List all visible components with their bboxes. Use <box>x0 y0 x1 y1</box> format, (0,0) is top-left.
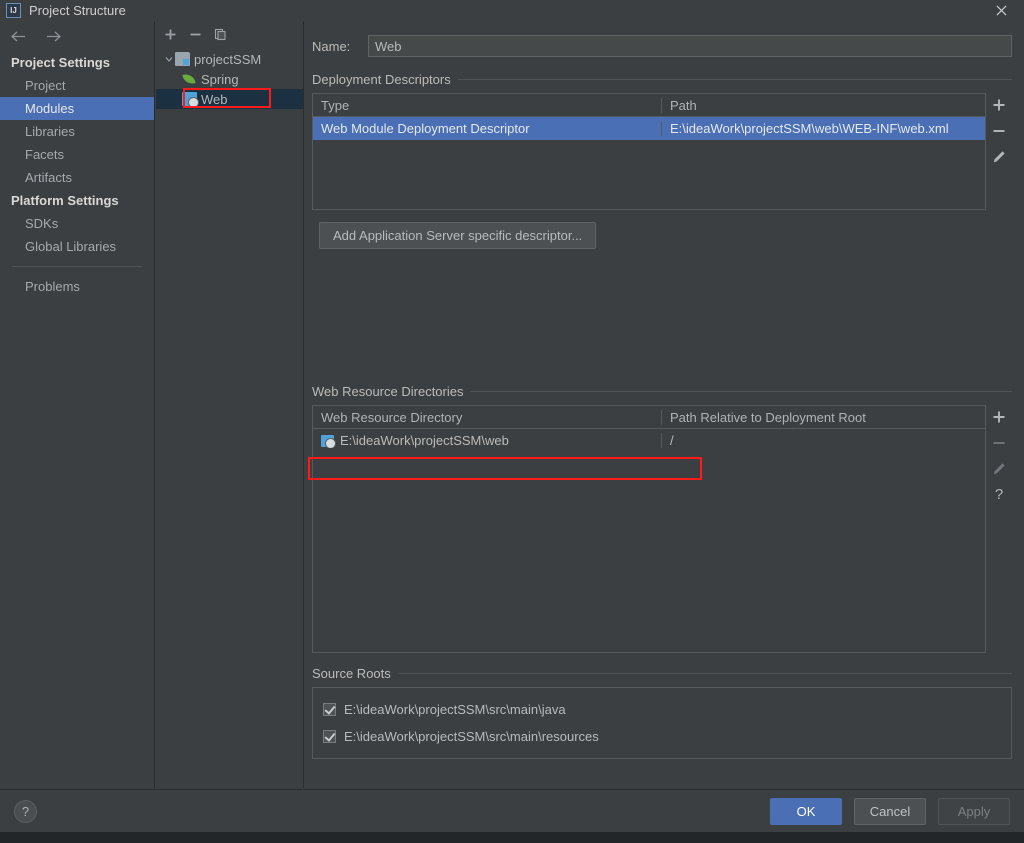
sidebar-item-project[interactable]: Project <box>0 74 154 97</box>
section-divider <box>470 391 1012 392</box>
checkbox-checked-icon[interactable] <box>323 730 336 743</box>
web-resource-directories-toolbar: ? <box>986 405 1012 653</box>
module-tree-panel: projectSSM Spring Web <box>156 21 304 788</box>
tree-node-label: Spring <box>201 71 239 87</box>
pencil-icon[interactable] <box>991 149 1007 165</box>
sidebar-group-platform-settings: Platform Settings <box>11 193 119 208</box>
copy-icon[interactable] <box>214 28 227 41</box>
table-header-row: Web Resource Directory Path Relative to … <box>313 406 985 429</box>
arrow-left-icon[interactable] <box>10 30 27 43</box>
plus-icon[interactable] <box>991 409 1007 425</box>
apply-button[interactable]: Apply <box>938 797 1010 825</box>
source-root-label: E:\ideaWork\projectSSM\src\main\resource… <box>344 729 599 744</box>
cell-relative-path: / <box>670 433 674 448</box>
module-tree: projectSSM Spring Web <box>156 47 303 109</box>
name-label: Name: <box>312 38 351 54</box>
module-settings-panel: Name: Deployment Descriptors Type Path W… <box>305 21 1024 788</box>
tree-node-projectssm[interactable]: projectSSM <box>156 49 303 69</box>
minus-icon[interactable] <box>991 123 1007 139</box>
section-divider <box>457 79 1012 80</box>
settings-sidebar: Project Settings Project Modules Librari… <box>0 21 155 788</box>
navigation-arrows <box>0 21 154 51</box>
tree-node-label: projectSSM <box>194 51 262 67</box>
name-input[interactable] <box>368 35 1012 57</box>
section-label: Source Roots <box>312 666 391 681</box>
title-bar: Project Structure <box>0 0 1024 21</box>
column-header-path[interactable]: Path <box>662 98 985 113</box>
sidebar-item-problems[interactable]: Problems <box>0 275 154 298</box>
sidebar-item-facets[interactable]: Facets <box>0 143 154 166</box>
background-strip <box>0 832 1024 843</box>
deployment-descriptors-toolbar <box>986 93 1012 210</box>
sidebar-item-modules[interactable]: Modules <box>0 97 154 120</box>
table-row[interactable]: E:\ideaWork\projectSSM\web / <box>313 429 985 452</box>
sidebar-group-project-settings: Project Settings <box>11 55 110 70</box>
close-icon[interactable] <box>978 0 1024 21</box>
chevron-down-icon[interactable] <box>162 55 175 63</box>
sidebar-item-global-libraries[interactable]: Global Libraries <box>0 235 154 258</box>
section-label: Deployment Descriptors <box>312 72 451 87</box>
minus-icon[interactable] <box>189 28 202 41</box>
cancel-button[interactable]: Cancel <box>854 797 926 825</box>
source-root-label: E:\ideaWork\projectSSM\src\main\java <box>344 702 566 717</box>
window-title: Project Structure <box>29 3 126 18</box>
sidebar-item-artifacts[interactable]: Artifacts <box>0 166 154 189</box>
deployment-descriptors-table: Type Path Web Module Deployment Descript… <box>312 93 986 210</box>
section-divider <box>397 673 1012 674</box>
source-roots-title: Source Roots <box>312 666 1012 681</box>
cell-text: E:\ideaWork\projectSSM\web <box>340 433 509 448</box>
add-descriptor-row: Add Application Server specific descript… <box>319 222 1012 249</box>
section-label: Web Resource Directories <box>312 384 464 399</box>
spring-facet-icon <box>182 72 197 86</box>
plus-icon[interactable] <box>991 97 1007 113</box>
list-item[interactable]: E:\ideaWork\projectSSM\src\main\resource… <box>313 723 1011 750</box>
web-resource-directories-area: Web Resource Directory Path Relative to … <box>312 405 1012 653</box>
cell-type: Web Module Deployment Descriptor <box>313 121 662 136</box>
project-structure-dialog: Project Structure Project Settings Proje… <box>0 0 1024 832</box>
table-row[interactable]: Web Module Deployment Descriptor E:\idea… <box>313 117 985 140</box>
module-icon <box>175 52 190 66</box>
add-application-server-descriptor-button[interactable]: Add Application Server specific descript… <box>319 222 597 249</box>
deployment-descriptors-area: Type Path Web Module Deployment Descript… <box>312 93 1012 210</box>
tree-node-spring[interactable]: Spring <box>156 69 303 89</box>
module-tree-toolbar <box>156 21 303 47</box>
checkbox-checked-icon[interactable] <box>323 703 336 716</box>
table-header-row: Type Path <box>313 94 985 117</box>
dialog-buttons: OK Cancel Apply <box>770 797 1010 825</box>
ok-button[interactable]: OK <box>770 797 842 825</box>
sidebar-divider <box>12 266 142 267</box>
column-header-relative-path[interactable]: Path Relative to Deployment Root <box>662 410 985 425</box>
web-resource-directories-title: Web Resource Directories <box>312 384 1012 399</box>
plus-icon[interactable] <box>164 28 177 41</box>
web-resource-directories-table: Web Resource Directory Path Relative to … <box>312 405 986 653</box>
dialog-footer: ? OK Cancel Apply <box>0 789 1024 832</box>
sidebar-item-sdks[interactable]: SDKs <box>0 212 154 235</box>
list-item[interactable]: E:\ideaWork\projectSSM\src\main\java <box>313 696 1011 723</box>
pencil-icon[interactable] <box>991 461 1007 477</box>
name-row: Name: <box>312 34 1012 58</box>
column-header-type[interactable]: Type <box>313 97 662 113</box>
sidebar-item-libraries[interactable]: Libraries <box>0 120 154 143</box>
question-icon[interactable]: ? <box>14 799 37 823</box>
cell-path: E:\ideaWork\projectSSM\web\WEB-INF\web.x… <box>670 121 949 136</box>
deployment-descriptors-title: Deployment Descriptors <box>312 72 1012 87</box>
column-header-web-resource-directory[interactable]: Web Resource Directory <box>313 409 662 425</box>
intellij-idea-logo-icon <box>6 3 21 18</box>
minus-icon[interactable] <box>991 435 1007 451</box>
arrow-right-icon[interactable] <box>45 30 62 43</box>
cell-web-resource-directory: E:\ideaWork\projectSSM\web <box>313 433 662 448</box>
tree-node-web[interactable]: Web <box>156 89 303 109</box>
folder-web-icon <box>321 434 336 448</box>
question-icon[interactable]: ? <box>991 487 1007 503</box>
web-facet-icon <box>182 92 199 108</box>
tree-node-label: Web <box>201 91 228 107</box>
source-roots-list: E:\ideaWork\projectSSM\src\main\java E:\… <box>312 687 1012 759</box>
